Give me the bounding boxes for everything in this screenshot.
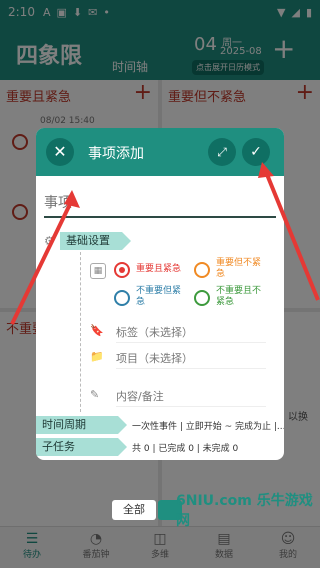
all-filter-button[interactable]: 全部 bbox=[112, 500, 156, 520]
edit-icon: ✎ bbox=[90, 388, 100, 401]
timeline-divider bbox=[80, 252, 81, 412]
task-input[interactable] bbox=[44, 190, 276, 218]
priority-radio-not-important-not-urgent[interactable] bbox=[194, 290, 210, 306]
confirm-icon[interactable]: ✓ bbox=[242, 138, 270, 166]
bookmark-icon: 🔖 bbox=[90, 324, 104, 337]
watermark-logo: 6NIU.com 乐牛游戏网 bbox=[176, 493, 313, 529]
dialog-title: 事项添加 bbox=[88, 146, 144, 162]
expand-icon[interactable]: ⤢ bbox=[208, 138, 236, 166]
priority-label[interactable]: 重要但不紧急 bbox=[216, 258, 264, 280]
subtask-value[interactable]: 共 0 | 已完成 0 | 未完成 0 bbox=[132, 441, 238, 454]
project-selector[interactable]: 项目（未选择） bbox=[116, 350, 193, 366]
priority-label[interactable]: 重要且紧急 bbox=[136, 264, 181, 275]
priority-radio-not-important-urgent[interactable] bbox=[114, 290, 130, 306]
task-add-dialog: ✕ 事项添加 ⤢ ✓ ⚙ 基础设置 ▦ 重要且紧急 重要但不紧急 不重要但紧急 … bbox=[36, 128, 284, 460]
row-divider bbox=[116, 342, 266, 343]
priority-label[interactable]: 不重要但紧急 bbox=[136, 286, 186, 308]
row-divider bbox=[116, 406, 266, 407]
time-period-value[interactable]: 一次性事件 | 立即开始 ~ 完成为止 |... bbox=[132, 419, 284, 432]
folder-icon: 📁 bbox=[90, 350, 104, 363]
grid-icon: ▦ bbox=[90, 263, 106, 279]
priority-radio-urgent-important[interactable] bbox=[114, 262, 130, 278]
settings-icon: ⚙ bbox=[44, 234, 55, 248]
close-icon[interactable]: ✕ bbox=[46, 138, 74, 166]
priority-label[interactable]: 不重要且不紧急 bbox=[216, 286, 266, 308]
subtask-label: 子任务 bbox=[36, 438, 127, 456]
notes-field[interactable]: 内容/备注 bbox=[116, 388, 164, 404]
radio-selected-dot bbox=[119, 267, 125, 273]
priority-radio-important-not-urgent[interactable] bbox=[194, 262, 210, 278]
time-period-label: 时间周期 bbox=[36, 416, 127, 434]
basic-settings-label: 基础设置 bbox=[60, 232, 131, 250]
tag-selector[interactable]: 标签（未选择） bbox=[116, 324, 193, 340]
dialog-header: ✕ 事项添加 ⤢ ✓ bbox=[36, 128, 284, 176]
row-divider bbox=[116, 368, 266, 369]
